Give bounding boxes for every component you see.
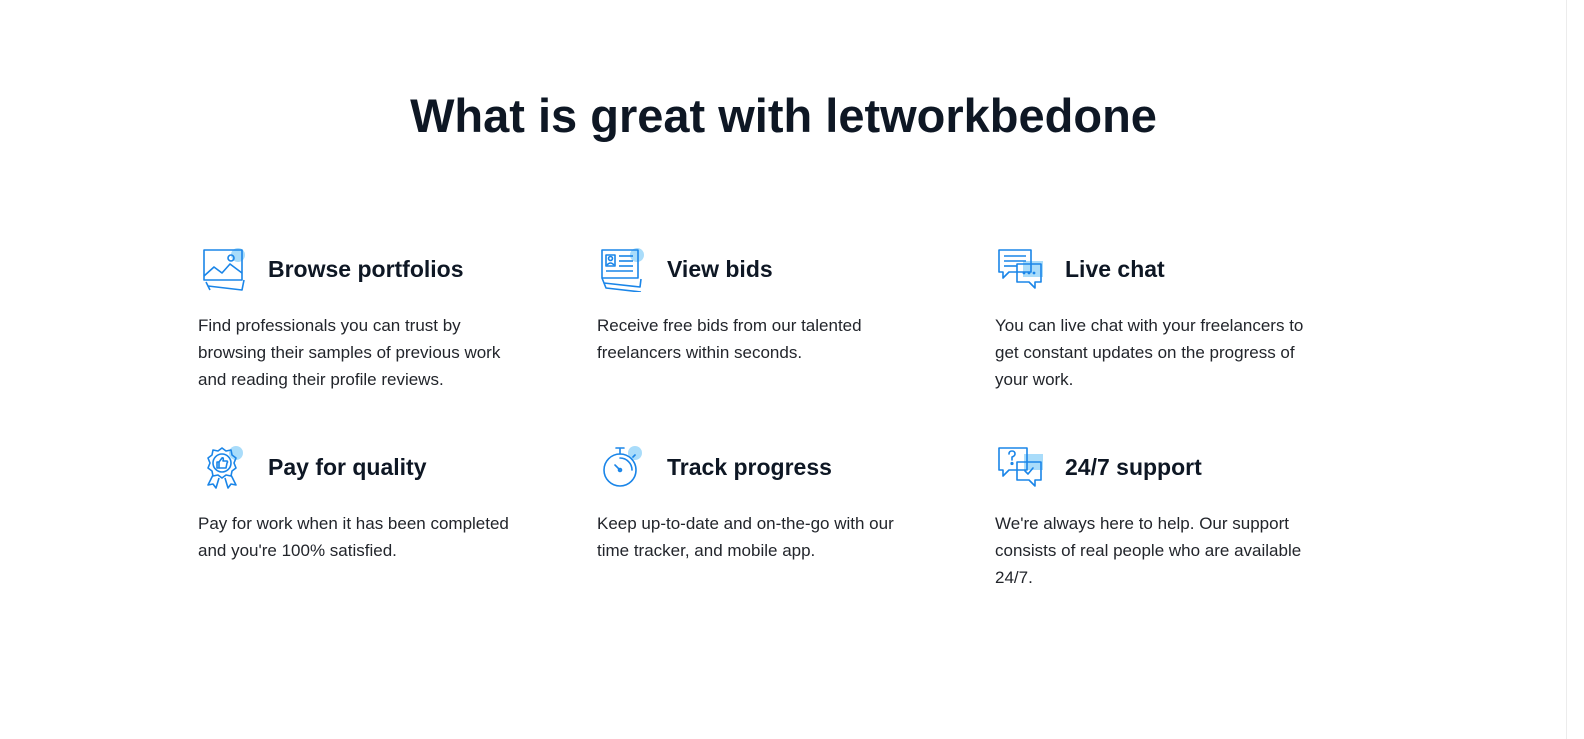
feature-title: Track progress <box>667 453 832 480</box>
stopwatch-icon <box>597 444 645 490</box>
chat-bubbles-icon <box>995 246 1043 292</box>
feature-description: You can live chat with your freelancers … <box>995 316 1304 389</box>
feature-track-progress: Track progress Keep up-to-date and on-th… <box>597 444 927 564</box>
portfolio-images-icon <box>198 246 246 292</box>
feature-support: 24/7 support We're always here to help. … <box>995 444 1325 591</box>
feature-live-chat: Live chat You can live chat with your fr… <box>995 246 1325 393</box>
page-scrollbar[interactable] <box>1566 0 1584 739</box>
id-card-bids-icon <box>597 246 645 292</box>
feature-description: Find professionals you can trust by brow… <box>198 316 501 389</box>
feature-view-bids: View bids Receive free bids from our tal… <box>597 246 927 366</box>
feature-browse-portfolios: Browse portfolios Find professionals you… <box>198 246 528 393</box>
feature-title: Live chat <box>1065 255 1165 282</box>
feature-description: Receive free bids from our talented free… <box>597 316 862 362</box>
feature-description: We're always here to help. Our support c… <box>995 514 1302 587</box>
support-question-icon <box>995 444 1043 490</box>
section-title: What is great with letworkbedone <box>410 89 1157 142</box>
features-section: What is great with letworkbedone Browse … <box>0 0 1584 739</box>
feature-title: 24/7 support <box>1065 453 1202 480</box>
feature-title: Browse portfolios <box>268 255 464 282</box>
quality-badge-icon <box>198 444 246 490</box>
feature-title: Pay for quality <box>268 453 427 480</box>
feature-description: Keep up-to-date and on-the-go with our t… <box>597 514 894 560</box>
feature-title: View bids <box>667 255 773 282</box>
feature-description: Pay for work when it has been completed … <box>198 514 509 560</box>
feature-pay-for-quality: Pay for quality Pay for work when it has… <box>198 444 528 564</box>
